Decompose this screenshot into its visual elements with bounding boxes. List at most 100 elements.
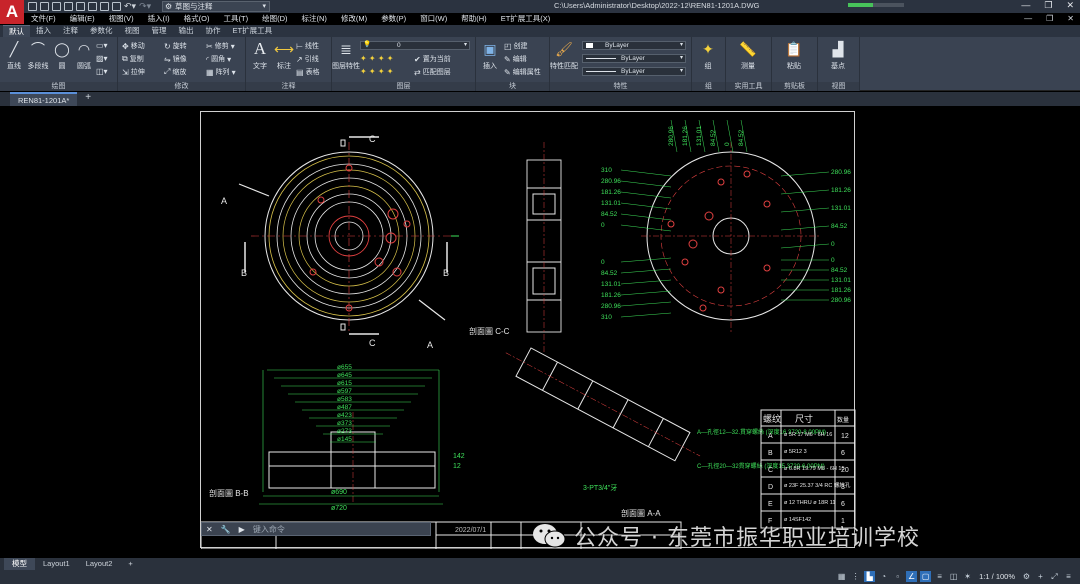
tab-output[interactable]: 输出 — [173, 25, 200, 37]
transparency-icon[interactable]: ◫ — [948, 571, 959, 582]
rotate-button[interactable]: ↻ 旋转 — [164, 41, 187, 51]
panel-layers-title[interactable]: 图层 — [332, 82, 475, 91]
tab-manage[interactable]: 管理 — [146, 25, 173, 37]
close-icon[interactable]: ✕ — [1066, 0, 1074, 11]
lineweight-dropdown[interactable]: ByLayer ▾ — [582, 67, 686, 76]
stretch-button[interactable]: ⇲ 拉伸 — [122, 67, 145, 77]
plot-icon[interactable] — [88, 2, 97, 11]
fillet-button[interactable]: ◜ 圆角 ▾ — [206, 54, 231, 64]
menu-tools[interactable]: 工具(T) — [217, 13, 256, 25]
minimize-icon[interactable]: — — [1021, 0, 1030, 11]
restore-icon[interactable]: ❐ — [1044, 0, 1052, 11]
dynamic-input-icon[interactable]: ▢ — [920, 571, 932, 582]
hatch-icon[interactable]: ▨▾ — [96, 54, 108, 63]
panel-groups-title[interactable]: 组 — [692, 82, 725, 91]
group-button[interactable]: ✦ 组 — [696, 40, 720, 71]
fullscreen-icon[interactable]: ⤢ — [1049, 571, 1060, 582]
print-icon[interactable] — [76, 2, 85, 11]
doc-restore-icon[interactable]: ❐ — [1046, 14, 1053, 23]
array-button[interactable]: ▦ 阵列 ▾ — [206, 67, 236, 77]
color-dropdown[interactable]: ByLayer ▾ — [582, 41, 686, 50]
lineweight-icon[interactable]: ≡ — [934, 571, 945, 582]
save-as-icon[interactable] — [64, 2, 73, 11]
tab-layout1[interactable]: Layout1 — [35, 558, 78, 570]
linetype-dropdown[interactable]: ByLayer ▾ — [582, 54, 686, 63]
match-layer-button[interactable]: ⇄ 匹配图层 — [414, 67, 451, 77]
close-icon[interactable]: ✕ — [202, 525, 217, 534]
undo-icon[interactable]: ↶▾ — [124, 1, 136, 12]
arc-button[interactable]: ◠ 圆弧 — [72, 40, 96, 71]
menu-insert[interactable]: 插入(I) — [141, 13, 177, 25]
panel-view-title[interactable]: 视图 — [818, 82, 859, 91]
open-file-icon[interactable] — [40, 2, 49, 11]
wrench-icon[interactable]: 🔧 — [217, 525, 235, 534]
edit-attributes-button[interactable]: ✎ 编辑属性 — [504, 67, 541, 77]
polar-icon[interactable]: ◔ — [878, 571, 889, 582]
layer-properties-button[interactable]: ≣ 图层特性 — [332, 40, 360, 71]
otrack-icon[interactable]: ∠ — [906, 571, 918, 582]
table-button[interactable]: ▤ 表格 — [296, 67, 320, 77]
tab-annotate[interactable]: 注释 — [57, 25, 84, 37]
panel-properties-title[interactable]: 特性 — [550, 82, 691, 91]
copy-button[interactable]: ⧉ 复制 — [122, 54, 144, 64]
make-current-button[interactable]: ✔ 置为当前 — [414, 54, 451, 64]
panel-block-title[interactable]: 块 — [476, 82, 549, 91]
menu-view[interactable]: 视图(V) — [102, 13, 141, 25]
menu-icon[interactable]: ≡ — [1063, 571, 1074, 582]
leader-button[interactable]: ↗ 引线 — [296, 54, 319, 64]
mirror-button[interactable]: ⇋ 镜像 — [164, 54, 187, 64]
menu-help[interactable]: 帮助(H) — [454, 13, 493, 25]
model-space-canvas[interactable]: C C A A B B 剖面圖 C-C ø655 ø645 ø615 ø597 … — [0, 106, 1080, 558]
grid-icon[interactable]: ▦ — [836, 571, 847, 582]
boundary-icon[interactable]: ◫▾ — [96, 67, 108, 76]
panel-annotation-title[interactable]: 注释 — [246, 82, 331, 91]
doc-tab-active[interactable]: REN81-1201A* — [10, 92, 78, 106]
menu-draw[interactable]: 绘图(D) — [255, 13, 294, 25]
insert-block-button[interactable]: ▣ 插入 — [478, 40, 502, 71]
zoom-level[interactable]: 1:1 / 100% — [976, 572, 1018, 581]
tab-collaborate[interactable]: 协作 — [200, 25, 227, 37]
tab-et-tools[interactable]: ET扩展工具 — [227, 25, 279, 37]
create-block-button[interactable]: ◰ 创建 — [504, 41, 528, 51]
trim-button[interactable]: ✂ 修剪 ▾ — [206, 41, 235, 51]
add-layout-icon[interactable]: + — [120, 558, 140, 570]
save-icon[interactable] — [52, 2, 61, 11]
new-file-icon[interactable] — [28, 2, 37, 11]
tab-view[interactable]: 视图 — [119, 25, 146, 37]
rectangle-icon[interactable]: ▭▾ — [96, 41, 108, 50]
paste-button[interactable]: 📋 粘贴 — [782, 40, 806, 71]
scale-button[interactable]: ⤢ 缩放 — [164, 67, 186, 77]
snap-icon[interactable]: ⋮ — [850, 571, 861, 582]
panel-draw-title[interactable]: 绘图 — [0, 82, 117, 91]
move-button[interactable]: ✥ 移动 — [122, 41, 145, 51]
ortho-icon[interactable]: ▙ — [864, 571, 876, 582]
doc-minimize-icon[interactable]: — — [1024, 14, 1032, 23]
panel-modify-title[interactable]: 修改 — [118, 82, 245, 91]
dimension-button[interactable]: ⟷ 标注 — [272, 40, 296, 71]
polyline-button[interactable]: ⌒ 多段线 — [26, 40, 50, 71]
measure-button[interactable]: 📏 测量 — [736, 40, 760, 71]
line-button[interactable]: ╱ 直线 — [2, 40, 26, 71]
menu-et-tools[interactable]: ET扩展工具(X) — [494, 13, 558, 25]
command-line[interactable]: ✕ 🔧 ▶ 键入命令 — [201, 522, 431, 536]
layer-dropdown[interactable]: 💡 0 ▾ — [360, 41, 470, 50]
panel-utilities-title[interactable]: 实用工具 — [726, 82, 771, 91]
workspace-dropdown[interactable]: ⚙ 草图与注释 ▾ — [162, 1, 270, 12]
app-logo[interactable]: A — [0, 0, 24, 24]
menu-modify[interactable]: 修改(M) — [334, 13, 374, 25]
doc-close-icon[interactable]: ✕ — [1067, 14, 1074, 23]
settings-icon[interactable]: ⚙ — [1021, 571, 1032, 582]
linear-button[interactable]: ⊢ 线性 — [296, 41, 319, 51]
plus-icon[interactable]: + — [1035, 571, 1046, 582]
print-preview-icon[interactable] — [112, 2, 121, 11]
tab-model[interactable]: 模型 — [4, 558, 35, 570]
circle-button[interactable]: ◯ 圆 — [50, 40, 74, 71]
tab-layout2[interactable]: Layout2 — [78, 558, 121, 570]
add-tab-icon[interactable]: + — [77, 92, 99, 106]
osnap-icon[interactable]: ▫ — [892, 571, 903, 582]
text-button[interactable]: A 文字 — [248, 39, 272, 71]
tab-default[interactable]: 默认 — [3, 25, 30, 37]
menu-dimension[interactable]: 标注(N) — [295, 13, 334, 25]
tab-insert[interactable]: 插入 — [30, 25, 57, 37]
edit-block-button[interactable]: ✎ 编辑 — [504, 54, 527, 64]
